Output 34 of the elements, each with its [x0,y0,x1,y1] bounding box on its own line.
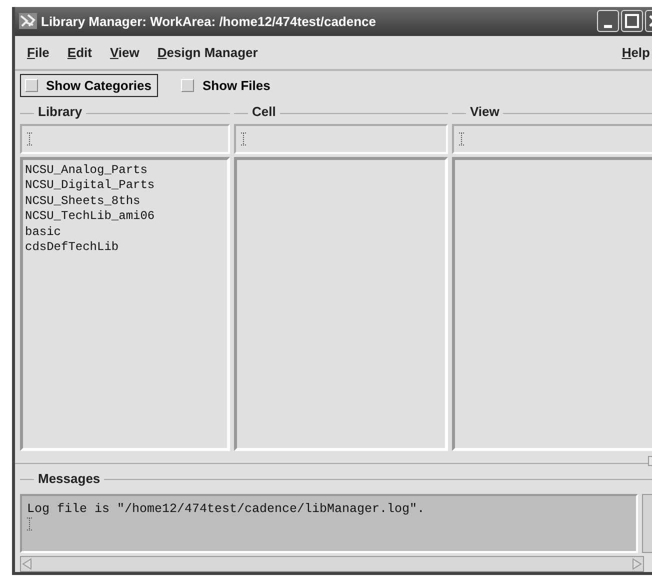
filter-field[interactable] [452,124,652,154]
checkbox-option[interactable]: Show Categories [20,74,158,98]
menu-item[interactable]: Edit [67,44,92,60]
column-label: Library [34,104,86,119]
filter-field[interactable] [20,124,230,154]
text-cursor-icon [459,132,464,146]
window-title: Library Manager: WorkArea: /home12/474test/cadence [41,14,376,29]
minimize-button[interactable] [597,10,619,32]
filter-field[interactable] [234,124,448,154]
menu-item[interactable]: Help [622,44,650,60]
maximize-icon [622,12,642,30]
text-cursor-icon [241,132,246,146]
list-item[interactable]: basic [25,224,225,240]
left-arrow-icon[interactable] [21,558,33,570]
maximize-button[interactable] [621,10,643,32]
list-item[interactable]: NCSU_Sheets_8ths [25,194,225,210]
horizontal-scrollbar[interactable] [20,556,644,572]
app-icon [19,13,37,30]
messages-label: Messages [34,471,104,486]
menu-item[interactable]: View [110,44,140,60]
text-cursor-icon [27,132,32,146]
text-cursor-icon [27,516,32,531]
menu-item[interactable]: File [27,44,50,60]
menu-item[interactable]: Design Manager [157,44,258,60]
checkbox-option[interactable]: Show Files [176,74,278,98]
minimize-icon [604,24,612,28]
list-item[interactable]: NCSU_TechLib_ami06 [25,209,225,225]
right-arrow-icon[interactable] [631,558,643,570]
list-item[interactable]: NCSU_Analog_Parts [25,162,225,178]
column-label: View [466,104,504,119]
list-item[interactable]: cdsDefTechLib [25,240,225,256]
column-label: Cell [248,104,280,119]
message-line: Log file is "/home12/474test/cadence/libManager.log". [27,502,426,517]
list-item[interactable]: NCSU_Digital_Parts [25,178,225,194]
